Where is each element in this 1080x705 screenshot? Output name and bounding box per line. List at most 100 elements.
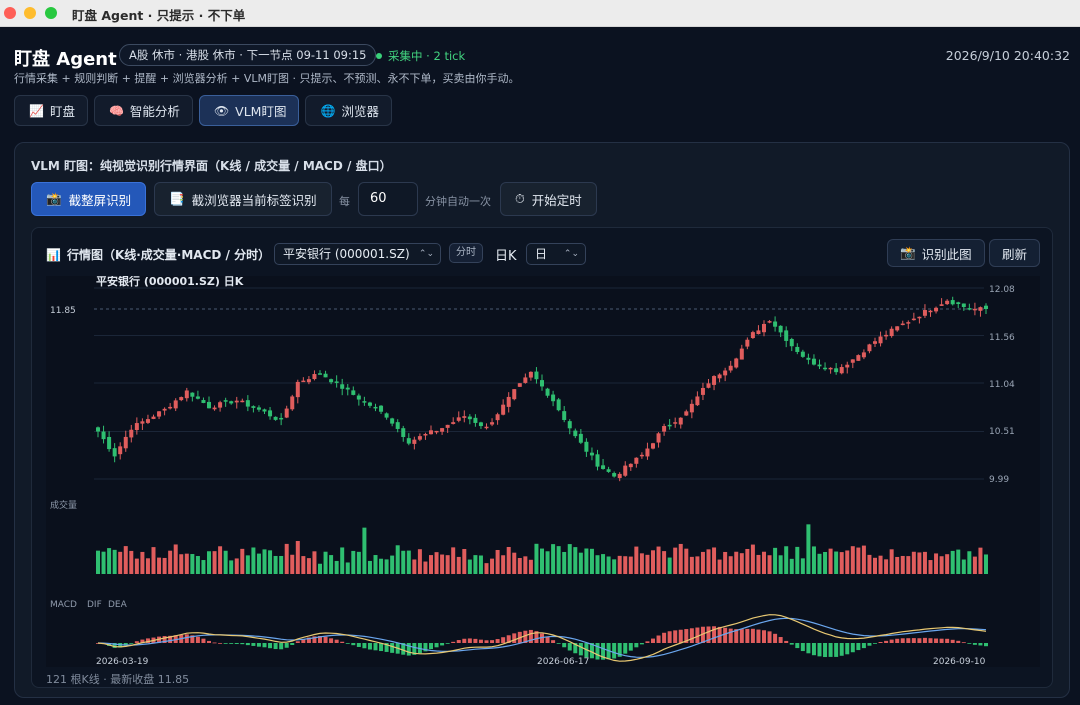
candle	[151, 416, 156, 419]
volume-bar	[717, 559, 722, 574]
candle	[256, 407, 261, 410]
tab-vlm[interactable]: 👁 VLM盯图	[198, 95, 300, 126]
macd-bar	[628, 643, 633, 651]
macd-bar	[240, 643, 245, 645]
volume-bar	[96, 550, 100, 574]
volume-bar	[895, 556, 900, 574]
refresh-button[interactable]: 刷新	[989, 239, 1041, 267]
tab-analysis[interactable]: 🧠 智能分析	[93, 95, 193, 126]
candle	[762, 323, 766, 333]
macd-bar	[467, 638, 472, 643]
candle	[867, 344, 872, 352]
identify-chart-button[interactable]: 📸 识别此图	[887, 239, 985, 267]
macd-bar	[373, 643, 378, 651]
volume-bar	[451, 547, 456, 574]
capture-full-screen-label: 截整屏识别	[68, 192, 132, 208]
stock-select[interactable]: 平安银行 (000001.SZ) ⌃⌄	[274, 243, 441, 265]
volume-bar	[423, 561, 428, 574]
period-select-value: 日	[535, 247, 548, 261]
candle	[351, 390, 356, 395]
volume-bar	[700, 551, 705, 574]
candle	[684, 411, 689, 416]
macd-bar	[473, 638, 478, 643]
chart-panel-title: 📊 行情图（K线·成交量·MACD / 分时）	[46, 246, 270, 263]
start-timer-button[interactable]: ⏱ 开始定时	[500, 182, 597, 216]
chevron-updown-icon: ⌃⌄	[563, 249, 579, 259]
period-select[interactable]: 日 ⌃⌄	[526, 243, 586, 265]
macd-bar	[884, 640, 889, 643]
volume-bar	[612, 559, 617, 574]
brain-icon: 🧠	[108, 103, 124, 118]
candle	[934, 307, 939, 312]
tab-watch[interactable]: 📈 盯盘	[14, 95, 88, 126]
volume-bar	[395, 545, 400, 574]
candle	[861, 352, 866, 358]
volume-bar	[956, 549, 961, 574]
live-dot-icon	[376, 53, 382, 59]
macd-bar	[834, 643, 839, 657]
page-icon: 📑	[169, 191, 185, 206]
volume-bar	[523, 556, 528, 574]
macd-bar	[429, 643, 433, 650]
volume-bar	[595, 555, 600, 574]
candle	[689, 403, 694, 413]
candle	[534, 371, 539, 380]
volume-bar	[728, 556, 733, 574]
capture-full-screen-button[interactable]: 📸 截整屏识别	[31, 182, 147, 216]
capture-browser-tab-button[interactable]: 📑 截浏览器当前标签识别	[154, 182, 332, 216]
volume-bar	[662, 551, 667, 574]
dif-label: DIF	[87, 600, 102, 610]
macd-bar	[512, 633, 517, 643]
interval-input[interactable]: 60	[358, 182, 418, 216]
volume-bar	[223, 550, 228, 574]
macd-bar	[689, 628, 694, 643]
volume-bar	[517, 557, 522, 574]
macd-bar	[956, 640, 961, 643]
window-title: 盯盘 Agent · 只提示 · 不下单	[72, 8, 246, 23]
volume-bar	[234, 558, 239, 574]
minimize-window-button[interactable]	[24, 7, 36, 19]
volume-bar	[695, 556, 700, 574]
macd-bar	[756, 629, 761, 643]
stock-select-value: 平安银行 (000001.SZ)	[283, 247, 410, 261]
macd-bar	[556, 643, 561, 644]
main-tabs: 📈 盯盘 🧠 智能分析 👁 VLM盯图 🌐 浏览器	[14, 95, 398, 126]
candle	[978, 307, 983, 311]
fenshi-button[interactable]: 分时	[449, 243, 483, 263]
candle	[656, 433, 661, 443]
volume-bar	[201, 560, 206, 574]
tab-browser[interactable]: 🌐 浏览器	[305, 95, 392, 126]
volume-bar	[562, 551, 567, 574]
volume-bar	[551, 544, 556, 574]
candle	[517, 383, 522, 387]
candle	[173, 400, 178, 409]
volume-bar	[484, 563, 489, 574]
zoom-window-button[interactable]	[45, 7, 57, 19]
volume-bar	[473, 555, 478, 574]
volume-bar	[134, 558, 139, 574]
candle	[700, 387, 705, 395]
candle	[134, 423, 139, 431]
volume-bar	[412, 559, 417, 574]
volume-bar	[684, 548, 689, 574]
close-window-button[interactable]	[4, 7, 16, 19]
candle	[207, 401, 211, 409]
macd-bar	[245, 643, 250, 646]
candle	[911, 318, 916, 321]
candle	[229, 401, 234, 404]
candle	[240, 400, 245, 403]
macd-bar	[495, 639, 500, 643]
price-tick: 9.99	[989, 475, 1009, 485]
every-label: 每	[339, 195, 350, 208]
volume-bar	[240, 548, 245, 574]
candle	[195, 396, 200, 399]
macd-bar	[806, 643, 811, 654]
macd-bar	[645, 641, 650, 643]
candle	[878, 336, 883, 344]
volume-bar	[578, 552, 583, 574]
candle	[584, 441, 589, 452]
stopwatch-icon: ⏱	[515, 191, 525, 206]
candle	[323, 373, 328, 378]
volume-bar	[329, 555, 334, 574]
candle	[967, 308, 972, 310]
